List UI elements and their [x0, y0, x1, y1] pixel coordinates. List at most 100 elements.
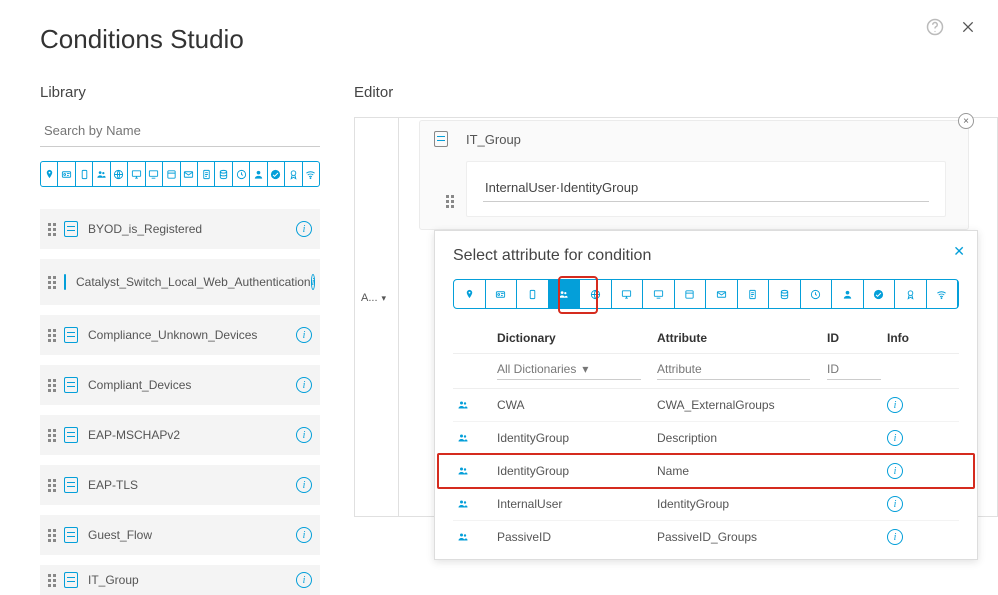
- filter-check-icon[interactable]: [864, 280, 896, 308]
- info-icon[interactable]: i: [296, 377, 312, 393]
- drag-handle-icon[interactable]: [48, 329, 56, 342]
- filter-cert-icon[interactable]: [285, 162, 302, 186]
- filter-wifi-icon[interactable]: [927, 280, 959, 308]
- info-icon[interactable]: i: [887, 397, 903, 413]
- library-item[interactable]: Guest_Flow i: [40, 515, 320, 555]
- condition-card-header: IT_Group: [420, 121, 968, 157]
- filter-badge-icon[interactable]: [58, 162, 75, 186]
- table-row[interactable]: IdentityGroup Description i: [453, 422, 959, 455]
- drag-handle-icon[interactable]: [48, 574, 56, 587]
- popup-category-filter[interactable]: [453, 279, 959, 309]
- filter-globe-icon[interactable]: [111, 162, 128, 186]
- info-icon[interactable]: i: [887, 463, 903, 479]
- filter-clock-icon[interactable]: [233, 162, 250, 186]
- cell-attribute: PassiveID_Groups: [657, 530, 827, 544]
- editor-title: Editor: [354, 84, 998, 101]
- filter-group-icon[interactable]: [93, 162, 110, 186]
- popup-close-icon[interactable]: ✕: [953, 243, 965, 260]
- condition-icon: [434, 131, 448, 147]
- library-search[interactable]: [40, 117, 320, 147]
- filter-monitor2-icon[interactable]: [643, 280, 675, 308]
- filter-group-icon[interactable]: [549, 280, 581, 308]
- condition-card-title: IT_Group: [466, 132, 521, 147]
- group-icon: [457, 432, 497, 444]
- condition-icon: [64, 327, 78, 343]
- filter-monitor2-icon[interactable]: [146, 162, 163, 186]
- drag-handle-icon[interactable]: [48, 479, 56, 492]
- filter-cert-icon[interactable]: [895, 280, 927, 308]
- attribute-field[interactable]: [466, 161, 946, 217]
- card-close-icon[interactable]: ×: [958, 113, 974, 129]
- filter-clock-icon[interactable]: [801, 280, 833, 308]
- info-icon[interactable]: i: [296, 477, 312, 493]
- close-icon[interactable]: [960, 19, 976, 35]
- filter-badge-icon[interactable]: [486, 280, 518, 308]
- library-item[interactable]: EAP-TLS i: [40, 465, 320, 505]
- filter-user-icon[interactable]: [250, 162, 267, 186]
- info-icon[interactable]: i: [887, 529, 903, 545]
- filter-location-icon[interactable]: [454, 280, 486, 308]
- condition-icon: [64, 221, 78, 237]
- info-icon[interactable]: i: [296, 527, 312, 543]
- help-icon[interactable]: [926, 18, 944, 36]
- id-filter-input[interactable]: ID: [827, 362, 881, 380]
- info-icon[interactable]: i: [296, 427, 312, 443]
- info-icon[interactable]: i: [296, 327, 312, 343]
- filter-mail-icon[interactable]: [181, 162, 198, 186]
- library-category-filter[interactable]: [40, 161, 320, 187]
- logic-operator[interactable]: A... ▾: [361, 292, 393, 304]
- library-item[interactable]: Compliance_Unknown_Devices i: [40, 315, 320, 355]
- info-icon[interactable]: i: [296, 572, 312, 588]
- library-item[interactable]: BYOD_is_Registered i: [40, 209, 320, 249]
- filter-monitor-icon[interactable]: [128, 162, 145, 186]
- library-item[interactable]: Catalyst_Switch_Local_Web_Authentication…: [40, 259, 320, 305]
- drag-handle-icon[interactable]: [48, 223, 56, 236]
- library-item[interactable]: IT_Group i: [40, 565, 320, 595]
- filter-check-icon[interactable]: [268, 162, 285, 186]
- drag-handle-icon[interactable]: [48, 429, 56, 442]
- library-item[interactable]: EAP-MSCHAPv2 i: [40, 415, 320, 455]
- library-list: BYOD_is_Registered i Catalyst_Switch_Loc…: [40, 209, 320, 595]
- library-item[interactable]: Compliant_Devices i: [40, 365, 320, 405]
- attribute-filter-input[interactable]: Attribute: [657, 362, 810, 380]
- drag-handle-icon[interactable]: [48, 379, 56, 392]
- filter-device-icon[interactable]: [517, 280, 549, 308]
- library-item-label: Compliance_Unknown_Devices: [88, 328, 296, 343]
- table-row[interactable]: PassiveID PassiveID_Groups i: [453, 521, 959, 553]
- info-icon[interactable]: i: [296, 221, 312, 237]
- table-row[interactable]: CWA CWA_ExternalGroups i: [453, 389, 959, 422]
- filter-wifi-icon[interactable]: [303, 162, 319, 186]
- filter-monitor-icon[interactable]: [612, 280, 644, 308]
- filter-db-icon[interactable]: [215, 162, 232, 186]
- condition-icon: [64, 274, 66, 290]
- library-item-label: IT_Group: [88, 573, 296, 588]
- condition-icon: [64, 377, 78, 393]
- filter-mail-icon[interactable]: [706, 280, 738, 308]
- filter-doc-icon[interactable]: [198, 162, 215, 186]
- filter-device-icon[interactable]: [76, 162, 93, 186]
- library-item-label: Compliant_Devices: [88, 378, 296, 393]
- filter-db-icon[interactable]: [769, 280, 801, 308]
- filter-doc-icon[interactable]: [738, 280, 770, 308]
- cell-attribute: Name: [657, 464, 827, 478]
- search-input[interactable]: [40, 117, 320, 147]
- cell-dictionary: IdentityGroup: [497, 431, 657, 445]
- info-icon[interactable]: i: [311, 274, 316, 290]
- filter-app-icon[interactable]: [675, 280, 707, 308]
- drag-handle-icon[interactable]: [48, 529, 56, 542]
- info-icon[interactable]: i: [887, 496, 903, 512]
- cell-attribute: Description: [657, 431, 827, 445]
- library-title: Library: [40, 84, 320, 101]
- filter-location-icon[interactable]: [41, 162, 58, 186]
- attribute-input[interactable]: [483, 176, 929, 202]
- info-icon[interactable]: i: [887, 430, 903, 446]
- drag-handle-icon[interactable]: [48, 276, 56, 289]
- filter-globe-icon[interactable]: [580, 280, 612, 308]
- table-row[interactable]: IdentityGroup Name i: [453, 455, 959, 488]
- filter-app-icon[interactable]: [163, 162, 180, 186]
- drag-handle-icon[interactable]: [446, 195, 454, 208]
- table-row[interactable]: InternalUser IdentityGroup i: [453, 488, 959, 521]
- filter-user-icon[interactable]: [832, 280, 864, 308]
- editor-rail: [355, 118, 399, 516]
- dictionary-select[interactable]: All Dictionaries▾: [497, 362, 641, 380]
